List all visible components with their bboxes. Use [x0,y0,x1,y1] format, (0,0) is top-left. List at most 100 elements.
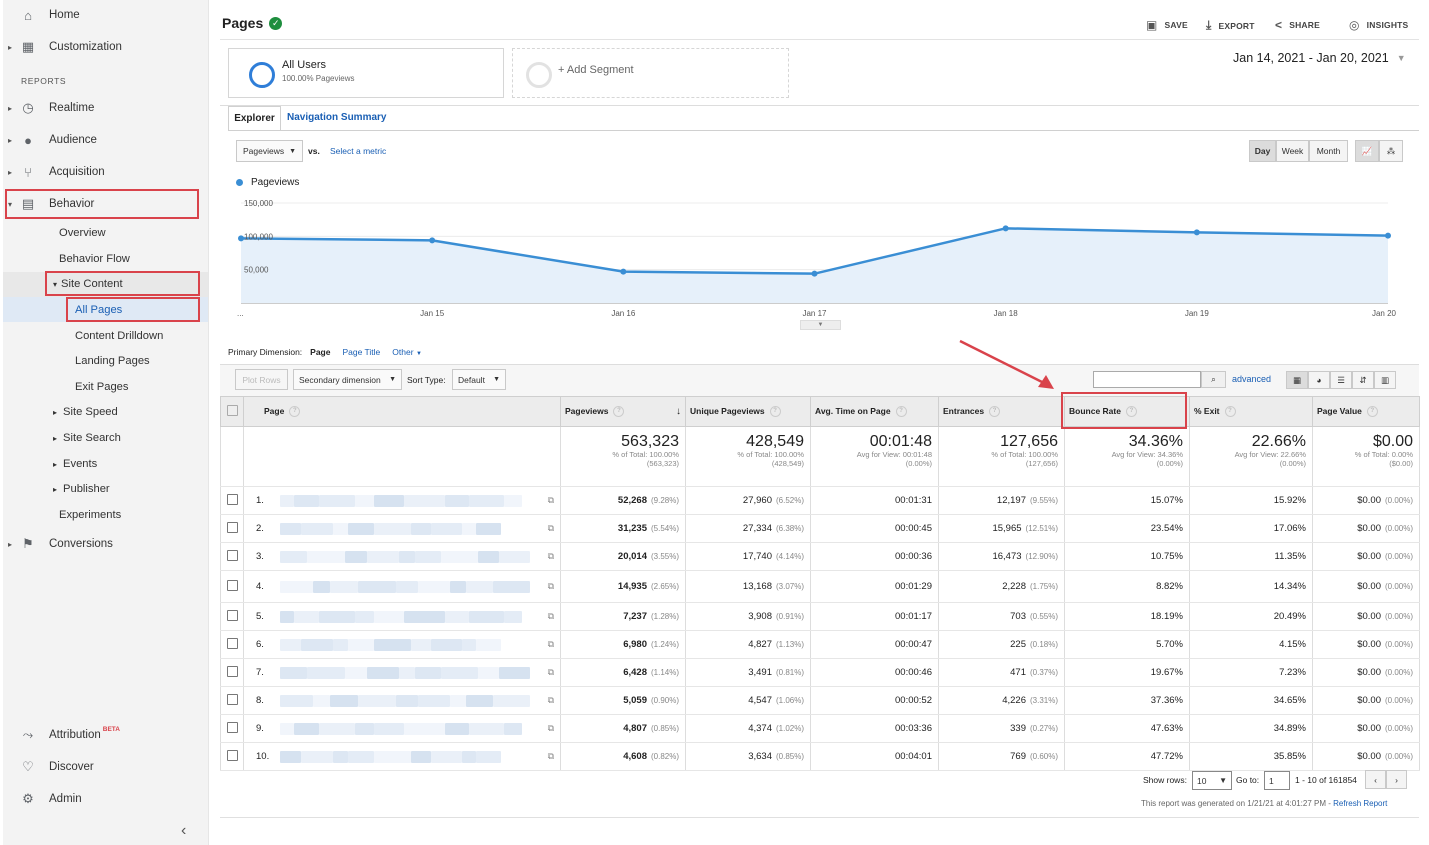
row-checkbox[interactable] [220,602,244,631]
open-link-icon[interactable]: ⧉ [548,751,554,762]
chart-resize-handle[interactable]: ▼ [800,320,841,330]
page-url-cell[interactable]: 1. ⧉ [243,486,561,515]
sidebar-item-acquisition[interactable]: ▸ ⑂ Acquisition [3,159,208,185]
advanced-filter-link[interactable]: advanced [1232,374,1271,384]
insights-button[interactable]: ◎ INSIGHTS [1349,18,1408,32]
open-link-icon[interactable]: ⧉ [548,523,554,534]
select-metric-link[interactable]: Select a metric [330,146,386,156]
dimension-page[interactable]: Page [310,347,330,357]
row-checkbox[interactable] [220,714,244,743]
open-link-icon[interactable]: ⧉ [548,611,554,622]
table-row[interactable]: 4. ⧉ 14,935 (2.65%) 13,168 (3.07%) 00:01:29 2,2… [220,570,1420,603]
sidebar-item-discover[interactable]: ♡ Discover [3,754,208,780]
column-header-page[interactable]: Page? [243,396,561,427]
day-toggle-button[interactable]: Day [1249,140,1276,162]
open-link-icon[interactable]: ⧉ [548,667,554,678]
page-url-cell[interactable]: 3. ⧉ [243,542,561,571]
sidebar-item-all-pages[interactable]: All Pages [75,299,122,321]
sidebar-item-behavior[interactable]: ▾ ▤ Behavior [3,191,208,217]
table-row[interactable]: 2. ⧉ 31,235 (5.54%) 27,334 (6.38%) 00:00:45 15,… [220,514,1420,543]
table-row[interactable]: 3. ⧉ 20,014 (3.55%) 17,740 (4.14%) 00:00:36 16,… [220,542,1420,571]
add-segment-button[interactable]: + Add Segment [512,48,789,98]
sidebar-item-behavior-flow[interactable]: Behavior Flow [59,248,130,270]
sidebar-item-home[interactable]: ⌂ Home [3,2,208,28]
sidebar-item-realtime[interactable]: ▸ ◷ Realtime [3,95,208,121]
open-link-icon[interactable]: ⧉ [548,695,554,706]
table-search-input[interactable] [1093,371,1201,388]
row-checkbox[interactable] [220,742,244,771]
segment-all-users[interactable]: All Users 100.00% Pageviews [228,48,504,98]
column-header-avg-time[interactable]: Avg. Time on Page? [810,396,939,427]
collapse-sidebar-icon[interactable]: ‹ [181,822,186,840]
secondary-dimension-dropdown[interactable]: Secondary dimension ▼ [293,369,402,390]
column-header-pageviews[interactable]: Pageviews? ↓ [560,396,686,427]
line-chart-toggle-icon[interactable]: 📈 [1355,140,1379,162]
table-row[interactable]: 9. ⧉ 4,807 (0.85%) 4,374 (1.02%) 00:03:36 339 (0… [220,714,1420,743]
row-checkbox[interactable] [220,630,244,659]
column-header-page-value[interactable]: Page Value? [1312,396,1420,427]
tab-navigation-summary[interactable]: Navigation Summary [287,112,386,123]
sidebar-item-landing-pages[interactable]: Landing Pages [75,350,150,372]
row-checkbox[interactable] [220,686,244,715]
table-row[interactable]: 10. ⧉ 4,608 (0.82%) 3,634 (0.85%) 00:04:01 769(… [220,742,1420,771]
sidebar-item-customization[interactable]: ▸ ▦ Customization [3,34,208,60]
select-all-checkbox[interactable] [220,396,244,427]
column-header-entrances[interactable]: Entrances? [938,396,1065,427]
pivot-view-icon[interactable]: ▥ [1374,371,1396,389]
refresh-report-link[interactable]: Refresh Report [1333,799,1387,808]
table-row[interactable]: 8. ⧉ 5,059 (0.90%) 4,547 (1.06%) 00:00:52 4,226… [220,686,1420,715]
open-link-icon[interactable]: ⧉ [548,551,554,562]
column-header-exit[interactable]: % Exit? [1189,396,1313,427]
dimension-page-title[interactable]: Page Title [342,347,380,357]
open-link-icon[interactable]: ⧉ [548,495,554,506]
tab-explorer[interactable]: Explorer [228,106,281,130]
page-url-cell[interactable]: 9. ⧉ [243,714,561,743]
page-url-cell[interactable]: 6. ⧉ [243,630,561,659]
month-toggle-button[interactable]: Month [1309,140,1348,162]
page-url-cell[interactable]: 4. ⧉ [243,570,561,603]
table-row[interactable]: 1. ⧉ 52,268 (9.28%) 27,960 (6.52%) 00:01:31 12,… [220,486,1420,515]
sidebar-item-events[interactable]: ▸ Events [53,453,97,475]
sort-type-dropdown[interactable]: Default ▼ [452,369,506,390]
row-checkbox[interactable] [220,514,244,543]
metric-dropdown[interactable]: Pageviews ▼ [236,140,303,162]
search-icon[interactable]: ⌕ [1201,371,1226,388]
row-checkbox[interactable] [220,542,244,571]
sidebar-item-site-speed[interactable]: ▸ Site Speed [53,401,118,423]
plot-rows-button[interactable]: Plot Rows [235,369,288,390]
save-button[interactable]: ▣ SAVE [1146,18,1188,32]
column-header-bounce-rate[interactable]: Bounce Rate? [1064,396,1190,427]
date-range-picker[interactable]: Jan 14, 2021 - Jan 20, 2021 ▼ [1233,51,1406,65]
sidebar-item-attribution[interactable]: ⤳ Attribution BETA [3,722,208,748]
sidebar-item-experiments[interactable]: Experiments [59,504,121,526]
page-url-cell[interactable]: 8. ⧉ [243,686,561,715]
open-link-icon[interactable]: ⧉ [548,639,554,650]
row-checkbox[interactable] [220,570,244,603]
goto-page-input[interactable]: 1 [1264,771,1290,790]
sidebar-item-conversions[interactable]: ▸ ⚑ Conversions [3,531,208,557]
row-checkbox[interactable] [220,486,244,515]
table-row[interactable]: 7. ⧉ 6,428 (1.14%) 3,491 (0.81%) 00:00:46 471 (0… [220,658,1420,687]
sidebar-item-content-drilldown[interactable]: Content Drilldown [75,325,163,347]
performance-view-icon[interactable]: ☰ [1330,371,1352,389]
next-page-icon[interactable]: › [1386,770,1407,789]
prev-page-icon[interactable]: ‹ [1365,770,1386,789]
page-url-cell[interactable]: 2. ⧉ [243,514,561,543]
open-link-icon[interactable]: ⧉ [548,723,554,734]
sidebar-item-publisher[interactable]: ▸ Publisher [53,478,110,500]
column-header-unique-pageviews[interactable]: Unique Pageviews? [685,396,811,427]
table-row[interactable]: 5. ⧉ 7,237 (1.28%) 3,908 (0.91%) 00:01:17 703 (0… [220,602,1420,631]
page-url-cell[interactable]: 10. ⧉ [243,742,561,771]
dimension-other-dropdown[interactable]: Other ▼ [392,347,422,357]
table-row[interactable]: 6. ⧉ 6,980 (1.24%) 4,827 (1.13%) 00:00:47 225 (0… [220,630,1420,659]
sidebar-item-exit-pages[interactable]: Exit Pages [75,376,128,398]
sidebar-item-overview[interactable]: Overview [59,222,106,244]
share-button[interactable]: < SHARE [1275,18,1320,32]
sidebar-item-site-search[interactable]: ▸ Site Search [53,427,121,449]
page-url-cell[interactable]: 7. ⧉ [243,658,561,687]
sidebar-item-admin[interactable]: ⚙ Admin [3,786,208,812]
table-view-icon[interactable]: ▦ [1286,371,1308,389]
week-toggle-button[interactable]: Week [1276,140,1309,162]
page-url-cell[interactable]: 5. ⧉ [243,602,561,631]
sidebar-item-site-content[interactable]: ▾ Site Content [53,273,123,295]
